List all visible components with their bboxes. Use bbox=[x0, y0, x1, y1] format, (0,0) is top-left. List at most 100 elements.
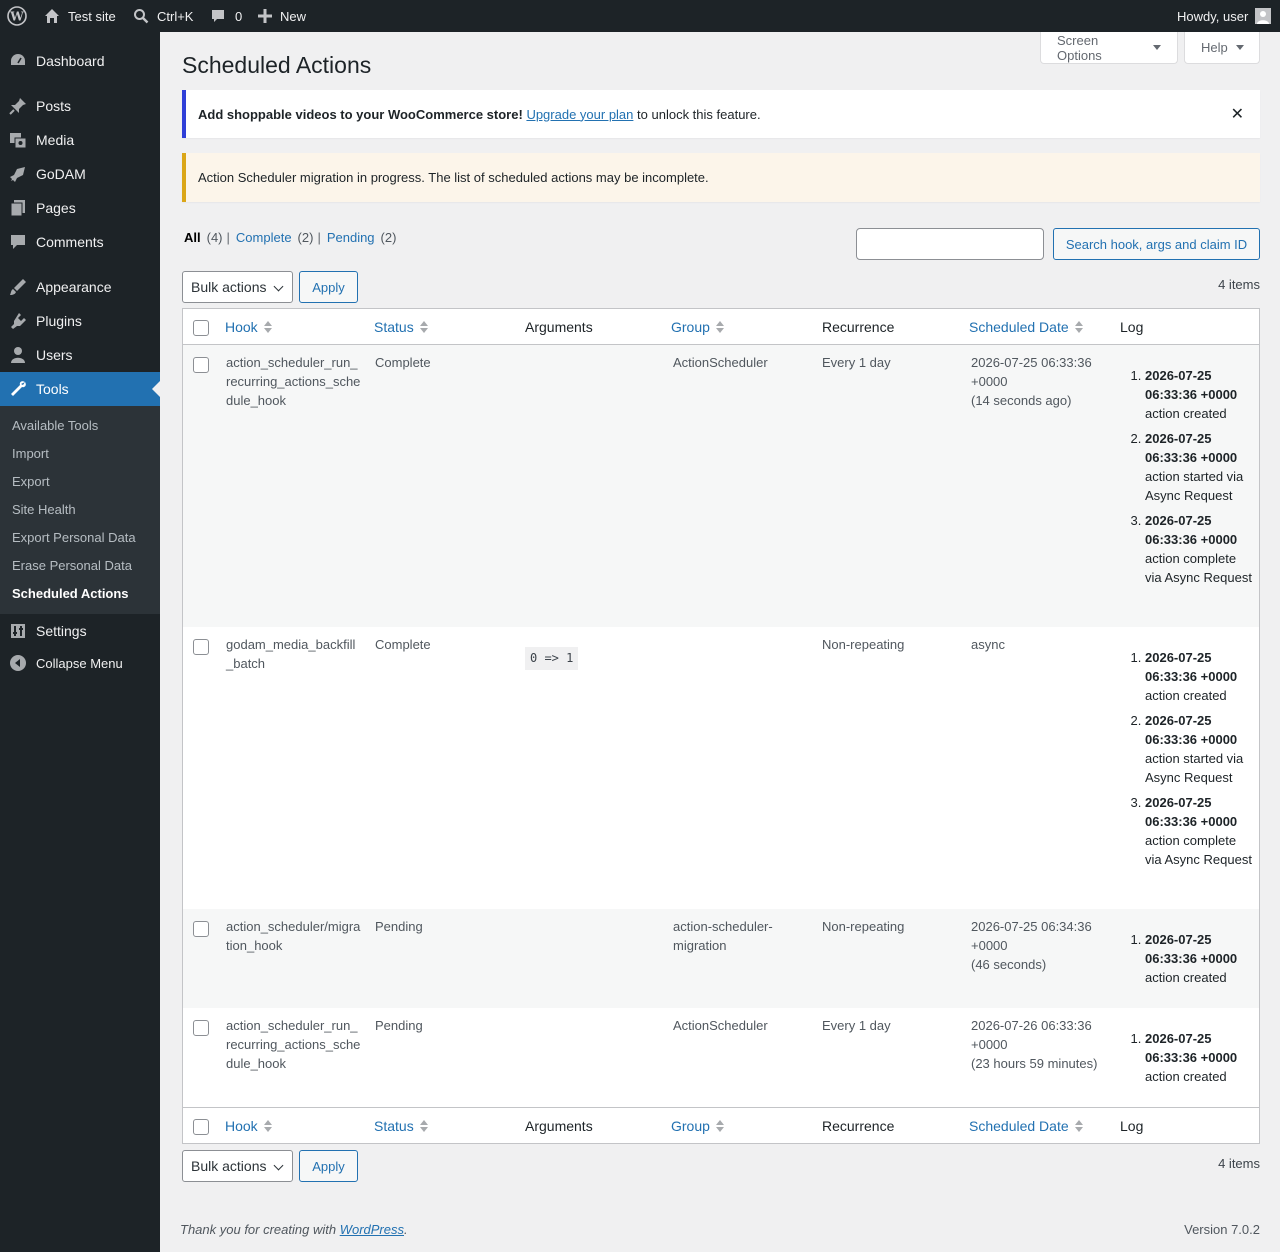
submenu-available-tools[interactable]: Available Tools bbox=[12, 418, 98, 433]
my-account-link[interactable]: Howdy, user bbox=[1177, 0, 1272, 32]
items-count: 4 items bbox=[1218, 1156, 1260, 1171]
collapse-menu-button[interactable]: Collapse Menu bbox=[0, 646, 160, 680]
table-row: godam_media_backfill_batch Complete 0 =>… bbox=[183, 627, 1259, 909]
submenu-scheduled-actions[interactable]: Scheduled Actions bbox=[12, 586, 129, 601]
comments-link[interactable]: 0 bbox=[210, 0, 242, 32]
items-count: 4 items bbox=[1218, 277, 1260, 292]
sidebar-item-pages[interactable]: Pages bbox=[0, 191, 160, 225]
bulk-actions-select[interactable]: Bulk actions bbox=[182, 1150, 293, 1182]
filter-all[interactable]: All (4) bbox=[184, 230, 223, 245]
home-icon bbox=[44, 8, 60, 24]
submenu-erase-personal-data[interactable]: Erase Personal Data bbox=[12, 558, 132, 573]
site-name-link[interactable]: Test site bbox=[44, 0, 116, 32]
sort-icon bbox=[1074, 321, 1083, 333]
column-hook[interactable]: Hook bbox=[225, 309, 272, 345]
recurrence-text: Every 1 day bbox=[822, 355, 891, 370]
command-palette-button[interactable]: Ctrl+K bbox=[133, 0, 193, 32]
table-footer: Hook Status Arguments Group Recurrence S… bbox=[183, 1107, 1259, 1143]
migration-notice: Action Scheduler migration in progress. … bbox=[182, 153, 1260, 202]
submenu-import[interactable]: Import bbox=[12, 446, 49, 461]
actions-table: Hook Status Arguments Group Recurrence S… bbox=[182, 308, 1260, 1144]
wordpress-link[interactable]: WordPress bbox=[340, 1222, 404, 1237]
column-scheduled-date[interactable]: Scheduled Date bbox=[969, 1108, 1083, 1144]
search-input[interactable] bbox=[856, 228, 1044, 260]
group-text: action-scheduler-migration bbox=[673, 919, 773, 953]
search-icon bbox=[133, 8, 149, 24]
promo-notice: Add shoppable videos to your WooCommerce… bbox=[182, 90, 1260, 138]
sort-icon bbox=[715, 1120, 724, 1132]
table-row: action_scheduler/migration_hook Pending … bbox=[183, 909, 1259, 1008]
hook-name[interactable]: action_scheduler_run_recurring_actions_s… bbox=[226, 1016, 361, 1073]
log-entry: 2026-07-25 06:33:36 +0000action created bbox=[1145, 1029, 1253, 1086]
column-scheduled-date[interactable]: Scheduled Date bbox=[969, 309, 1083, 345]
admin-sidebar: Dashboard Posts Media GoDAM Pages Commen… bbox=[0, 32, 160, 1252]
status-text: Complete bbox=[375, 637, 431, 652]
plugins-icon bbox=[0, 312, 36, 330]
sidebar-item-godam[interactable]: GoDAM bbox=[0, 157, 160, 191]
column-group[interactable]: Group bbox=[671, 309, 724, 345]
scheduled-date: 2026-07-26 06:33:36 +0000 (23 hours 59 min… bbox=[971, 1018, 1098, 1071]
sidebar-item-users[interactable]: Users bbox=[0, 338, 160, 372]
filter-pending[interactable]: Pending (2) bbox=[327, 230, 397, 245]
row-checkbox[interactable] bbox=[193, 639, 209, 655]
log-list: 2026-07-25 06:33:36 +0000action created … bbox=[1123, 648, 1253, 875]
row-checkbox[interactable] bbox=[193, 921, 209, 937]
sort-icon bbox=[419, 1120, 428, 1132]
column-hook[interactable]: Hook bbox=[225, 1108, 272, 1144]
status-text: Complete bbox=[375, 355, 431, 370]
comments-icon bbox=[0, 233, 36, 251]
submenu-export[interactable]: Export bbox=[12, 474, 50, 489]
sidebar-item-tools[interactable]: Tools bbox=[0, 372, 160, 406]
dashboard-icon bbox=[0, 52, 36, 70]
new-content-link[interactable]: New bbox=[258, 0, 306, 32]
sidebar-item-dashboard[interactable]: Dashboard bbox=[0, 44, 160, 78]
log-list: 2026-07-25 06:33:36 +0000action created … bbox=[1123, 366, 1253, 593]
help-button[interactable]: Help bbox=[1184, 32, 1260, 64]
hook-name[interactable]: action_scheduler/migration_hook bbox=[226, 917, 361, 955]
select-all-checkbox[interactable] bbox=[193, 1119, 209, 1135]
recurrence-text: Every 1 day bbox=[822, 1018, 891, 1033]
upgrade-plan-link[interactable]: Upgrade your plan bbox=[526, 107, 633, 122]
apply-button[interactable]: Apply bbox=[299, 1150, 358, 1182]
group-text: ActionScheduler bbox=[673, 1018, 768, 1033]
search-button[interactable]: Search hook, args and claim ID bbox=[1053, 228, 1260, 260]
admin-footer: Thank you for creating with WordPress. V… bbox=[180, 1222, 1260, 1237]
media-icon bbox=[0, 131, 36, 149]
submenu-export-personal-data[interactable]: Export Personal Data bbox=[12, 530, 136, 545]
submenu-site-health[interactable]: Site Health bbox=[12, 502, 76, 517]
row-checkbox[interactable] bbox=[193, 357, 209, 373]
hook-name[interactable]: action_scheduler_run_recurring_actions_s… bbox=[226, 353, 361, 410]
svg-text:W: W bbox=[9, 10, 24, 24]
wordpress-logo-icon[interactable]: W bbox=[7, 0, 27, 32]
sidebar-item-appearance[interactable]: Appearance bbox=[0, 270, 160, 304]
sidebar-item-plugins[interactable]: Plugins bbox=[0, 304, 160, 338]
sidebar-item-comments[interactable]: Comments bbox=[0, 225, 160, 259]
filter-complete[interactable]: Complete (2) bbox=[236, 230, 314, 245]
log-entry: 2026-07-25 06:33:36 +0000action created bbox=[1145, 648, 1253, 705]
tools-icon bbox=[0, 380, 36, 398]
column-group[interactable]: Group bbox=[671, 1108, 724, 1144]
status-text: Pending bbox=[375, 919, 423, 934]
log-entry: 2026-07-25 06:33:36 +0000action complete… bbox=[1145, 793, 1253, 869]
bulk-actions-select[interactable]: Bulk actions bbox=[182, 271, 293, 303]
migration-text: Action Scheduler migration in progress. … bbox=[198, 170, 709, 185]
column-status[interactable]: Status bbox=[374, 309, 428, 345]
column-log: Log bbox=[1120, 1118, 1144, 1134]
sort-icon bbox=[263, 321, 272, 333]
select-all-checkbox[interactable] bbox=[193, 320, 209, 336]
apply-button[interactable]: Apply bbox=[299, 271, 358, 303]
column-status[interactable]: Status bbox=[374, 1108, 428, 1144]
row-checkbox[interactable] bbox=[193, 1020, 209, 1036]
close-icon[interactable]: ✕ bbox=[1231, 104, 1244, 124]
table-header: Hook Status Arguments Group Recurrence S… bbox=[183, 309, 1259, 345]
sidebar-item-settings[interactable]: Settings bbox=[0, 614, 160, 648]
sidebar-item-media[interactable]: Media bbox=[0, 123, 160, 157]
scheduled-date: 2026-07-25 06:33:36 +0000 (14 seconds ago) bbox=[971, 355, 1092, 408]
hook-name[interactable]: godam_media_backfill_batch bbox=[226, 635, 361, 673]
tablenav-top: Bulk actions Apply 4 items bbox=[182, 271, 1260, 303]
promo-bold-text: Add shoppable videos to your WooCommerce… bbox=[198, 106, 523, 122]
chevron-down-icon bbox=[273, 1160, 284, 1171]
scheduled-date: 2026-07-25 06:34:36 +0000 (46 seconds) bbox=[971, 919, 1092, 972]
screen-options-button[interactable]: Screen Options bbox=[1040, 32, 1178, 64]
sidebar-item-posts[interactable]: Posts bbox=[0, 89, 160, 123]
